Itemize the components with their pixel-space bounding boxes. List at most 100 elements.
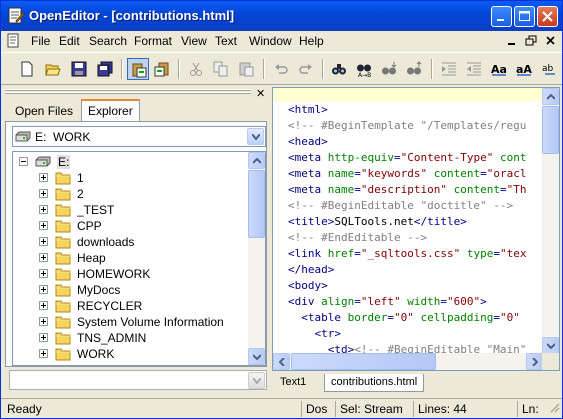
scroll-thumb[interactable]	[248, 170, 265, 238]
code-line[interactable]: <body>	[288, 278, 328, 294]
code-line[interactable]: <meta http-equiv="Content-Type" cont	[288, 150, 526, 166]
menu-view[interactable]: View	[181, 34, 207, 48]
cut-icon[interactable]	[185, 58, 207, 80]
code-line[interactable]: <meta name="keywords" content="oracl	[288, 166, 526, 182]
code-line[interactable]: <title>SQLTools.net</title>	[288, 214, 467, 230]
tree-folder-item[interactable]: System Volume Information	[17, 314, 247, 330]
scroll-thumb[interactable]	[291, 353, 436, 370]
scroll-up-icon[interactable]	[542, 88, 559, 105]
tree-folder-item[interactable]: 2	[17, 186, 247, 202]
clipboard-copy-special-icon[interactable]	[151, 58, 173, 80]
mdi-close-icon[interactable]	[543, 34, 559, 48]
find-previous-icon[interactable]	[403, 58, 425, 80]
scroll-down-icon[interactable]	[542, 337, 559, 354]
doc-tab-contributions[interactable]: contributions.html	[324, 374, 425, 392]
editor-vertical-scrollbar[interactable]	[542, 88, 559, 354]
tree-folder-item[interactable]: TNS_ADMIN	[17, 330, 247, 346]
menu-edit[interactable]: Edit	[59, 34, 80, 48]
undo-icon[interactable]	[270, 58, 292, 80]
minimize-button[interactable]	[491, 6, 512, 27]
code-line[interactable]: <html>	[288, 102, 328, 118]
copy-icon[interactable]	[210, 58, 232, 80]
document-icon[interactable]	[7, 33, 21, 49]
find-next-icon[interactable]	[378, 58, 400, 80]
menu-window[interactable]: Window	[249, 34, 292, 48]
chevron-down-icon[interactable]	[247, 128, 264, 145]
scroll-up-icon[interactable]	[248, 152, 265, 169]
find-replace-icon[interactable]: A→B	[353, 58, 375, 80]
column-mode-icon[interactable]: ab	[539, 58, 561, 80]
close-button[interactable]	[537, 6, 558, 27]
tree-root[interactable]: E:	[17, 154, 247, 170]
expand-icon[interactable]	[39, 301, 48, 310]
tree-folder-item[interactable]: CPP	[17, 218, 247, 234]
find-icon[interactable]	[328, 58, 350, 80]
tree-folder-item[interactable]: _TEST	[17, 202, 247, 218]
title-bar[interactable]: OpenEditor - [contributions.html]	[1, 1, 562, 31]
tree-folder-item[interactable]: Heap	[17, 250, 247, 266]
tree-folder-item[interactable]: WORK	[17, 346, 247, 362]
scroll-thumb[interactable]	[542, 106, 559, 154]
pane-close-icon[interactable]: ✕	[256, 89, 265, 100]
scroll-left-icon[interactable]	[273, 353, 290, 370]
maximize-button[interactable]	[514, 6, 535, 27]
chevron-down-icon[interactable]	[248, 372, 265, 389]
code-line[interactable]: <!-- #EndEditable -->	[288, 230, 427, 246]
pane-grip[interactable]	[5, 89, 251, 91]
outdent-icon[interactable]	[463, 58, 485, 80]
editor-horizontal-scrollbar[interactable]	[273, 353, 543, 370]
scroll-right-icon[interactable]	[526, 353, 543, 370]
tree-folder-item[interactable]: 1	[17, 170, 247, 186]
uppercase-icon[interactable]: Aa	[488, 58, 510, 80]
tree-folder-item[interactable]: downloads	[17, 234, 247, 250]
expand-icon[interactable]	[39, 221, 48, 230]
tree-scrollbar[interactable]	[248, 152, 265, 365]
menu-search[interactable]: Search	[89, 34, 127, 48]
menu-format[interactable]: Format	[134, 34, 172, 48]
mdi-restore-icon[interactable]	[523, 34, 539, 48]
filter-combo[interactable]	[9, 370, 267, 390]
menu-text[interactable]: Text	[215, 34, 237, 48]
lowercase-icon[interactable]: aA	[513, 58, 535, 80]
expand-icon[interactable]	[39, 269, 48, 278]
code-line[interactable]: <!-- #BeginEditable "doctitle" -->	[288, 198, 513, 214]
code-line[interactable]: <table border="0" cellpadding="0"	[288, 310, 520, 326]
paste-icon[interactable]	[235, 58, 257, 80]
pane-header[interactable]: ✕	[5, 89, 267, 100]
expand-icon[interactable]	[39, 173, 48, 182]
doc-tab-text1[interactable]: Text1	[274, 374, 312, 392]
code-line[interactable]: <tr>	[288, 326, 341, 342]
expand-icon[interactable]	[39, 317, 48, 326]
code-line[interactable]: <div align="left" width="600">	[288, 294, 487, 310]
indent-icon[interactable]	[438, 58, 460, 80]
expand-icon[interactable]	[39, 189, 48, 198]
open-folder-icon[interactable]	[42, 58, 64, 80]
tab-open-files[interactable]: Open Files	[9, 101, 79, 121]
menu-help[interactable]: Help	[299, 34, 324, 48]
save-icon[interactable]	[68, 58, 90, 80]
new-document-icon[interactable]	[16, 58, 38, 80]
code-line[interactable]: <link href="_sqltools.css" type="tex	[288, 246, 526, 262]
tab-explorer[interactable]: Explorer	[81, 99, 140, 122]
code-line[interactable]: <head>	[288, 134, 328, 150]
expand-icon[interactable]	[39, 285, 48, 294]
tree-folder-item[interactable]: HOMEWORK	[17, 266, 247, 282]
drive-select[interactable]: E: WORK	[12, 126, 266, 147]
expand-icon[interactable]	[39, 349, 48, 358]
expand-icon[interactable]	[39, 205, 48, 214]
pane-grip[interactable]	[5, 92, 251, 94]
mdi-minimize-icon[interactable]	[504, 34, 520, 48]
code-area[interactable]: <html> <!-- #BeginTemplate "/Templates/re…	[273, 88, 543, 354]
clipboard-paste-special-icon[interactable]	[127, 58, 149, 80]
tree-folder-item[interactable]: MyDocs	[17, 282, 247, 298]
tree-folder-item[interactable]: RECYCLER	[17, 298, 247, 314]
expand-icon[interactable]	[39, 237, 48, 246]
code-line[interactable]: <meta name="description" content="Th	[288, 182, 526, 198]
resize-grip-icon[interactable]	[548, 401, 560, 416]
menu-file[interactable]: File	[31, 34, 50, 48]
code-line[interactable]: </head>	[288, 262, 334, 278]
expand-icon[interactable]	[39, 253, 48, 262]
collapse-icon[interactable]	[19, 157, 28, 166]
save-all-icon[interactable]	[94, 58, 116, 80]
expand-icon[interactable]	[39, 333, 48, 342]
